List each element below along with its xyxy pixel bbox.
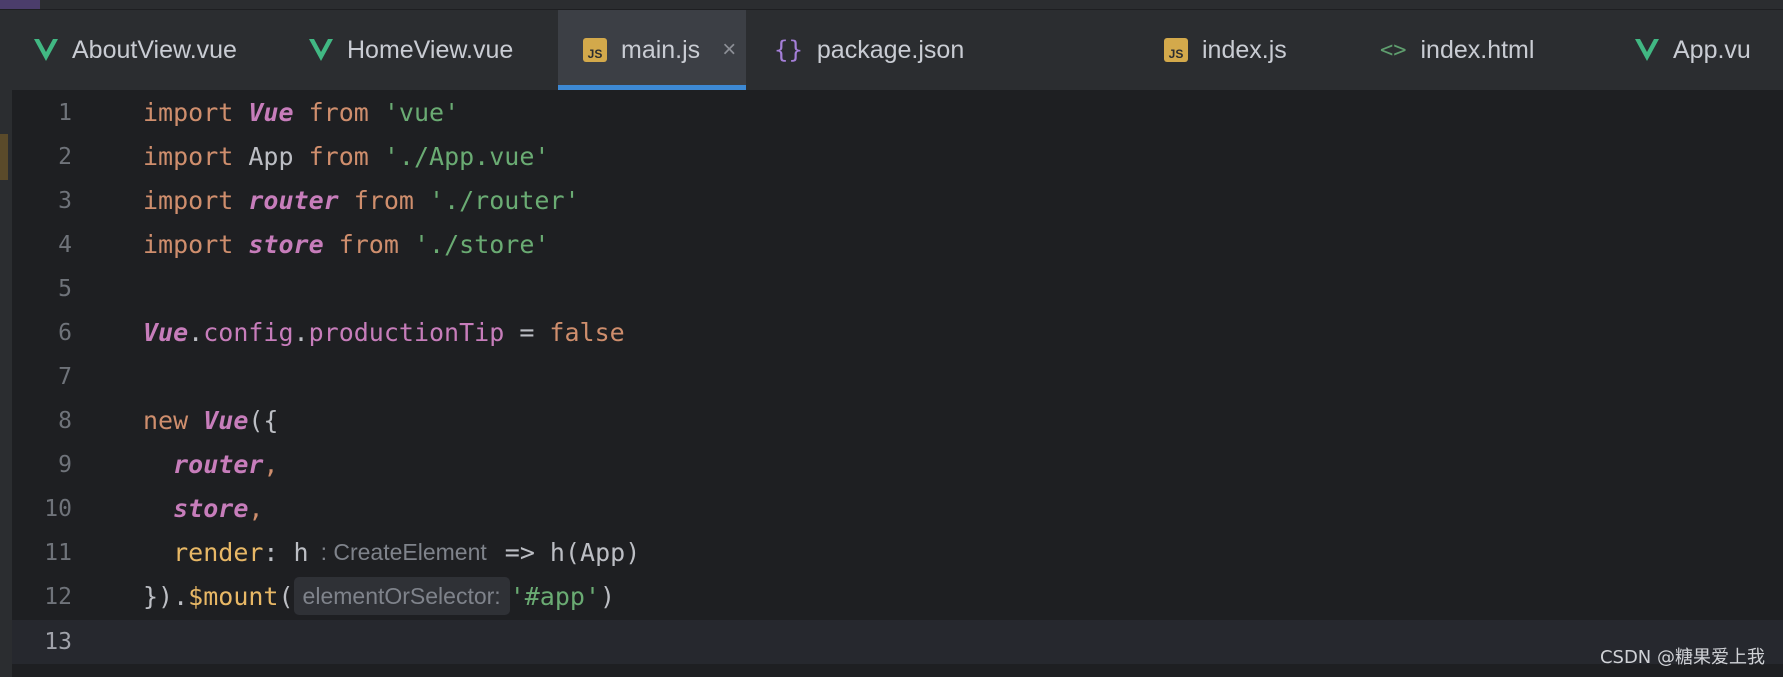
- punctuation: (: [278, 582, 294, 611]
- code-line-10[interactable]: store,: [143, 487, 263, 531]
- tab-label: main.js: [621, 35, 701, 64]
- line-number: 9: [58, 452, 72, 478]
- keyword: from: [353, 186, 414, 215]
- keyword: new: [143, 406, 189, 435]
- line-number: 1: [58, 100, 72, 126]
- tab-package-json[interactable]: {} package.json: [774, 10, 964, 90]
- keyword: from: [308, 142, 369, 171]
- punctuation: .: [293, 318, 309, 347]
- line-number: 5: [58, 276, 72, 302]
- class-name: store: [248, 230, 324, 259]
- class-name: Vue: [143, 318, 189, 347]
- function-name: $mount: [188, 582, 279, 611]
- line-number: 4: [58, 232, 72, 258]
- tab-label: HomeView.vue: [347, 35, 514, 64]
- code-line-9[interactable]: router,: [143, 443, 278, 487]
- strip-marker: [0, 134, 8, 180]
- vue-icon: [1635, 39, 1659, 61]
- punctuation: ,: [263, 450, 279, 479]
- line-number: 3: [58, 188, 72, 214]
- class-name: store: [173, 494, 249, 523]
- keyword: import: [143, 98, 234, 127]
- current-line-highlight: [12, 620, 1783, 664]
- tab-label: App.vu: [1673, 35, 1751, 64]
- punctuation: }): [143, 582, 174, 611]
- json-icon: {}: [774, 36, 803, 64]
- string-literal: 'vue': [383, 98, 460, 127]
- property: config: [203, 318, 294, 347]
- keyword: import: [143, 142, 234, 171]
- line-number: 7: [58, 364, 72, 390]
- top-accent: [0, 0, 40, 9]
- tab-about-view[interactable]: AboutView.vue: [34, 10, 237, 90]
- code-line-12[interactable]: }).$mount(elementOrSelector: '#app'): [143, 575, 615, 619]
- string-literal: './router': [429, 186, 580, 215]
- code-line-6[interactable]: Vue.config.productionTip = false: [143, 311, 625, 355]
- keyword: import: [143, 186, 234, 215]
- watermark: CSDN @糖果爱上我: [1599, 647, 1765, 668]
- tab-app-vue[interactable]: App.vu: [1635, 10, 1751, 90]
- line-number: 8: [58, 408, 72, 434]
- vue-icon: [34, 39, 58, 61]
- function-name: render: [173, 538, 264, 567]
- line-number: 11: [44, 540, 72, 566]
- active-tab-indicator: [558, 85, 746, 90]
- punctuation: ,: [248, 494, 264, 523]
- close-tab-icon[interactable]: ×: [722, 36, 736, 64]
- code-line-1[interactable]: import Vue from 'vue': [143, 91, 459, 135]
- html-icon: <>: [1380, 37, 1407, 63]
- line-number-current: 13: [44, 629, 72, 655]
- line-number: 12: [44, 584, 72, 610]
- punctuation: ): [600, 582, 616, 611]
- line-number: 6: [58, 320, 72, 346]
- keyword: import: [143, 230, 234, 259]
- type-hint: : CreateElement: [320, 539, 487, 565]
- code-line-3[interactable]: import router from './router': [143, 179, 580, 223]
- code-line-11[interactable]: render: h : CreateElement => h(App): [143, 531, 640, 575]
- tab-index-js[interactable]: JS index.js: [1164, 10, 1287, 90]
- parameter-hint: elementOrSelector:: [293, 577, 510, 615]
- class-name: Vue: [248, 98, 294, 127]
- property: productionTip: [308, 318, 505, 347]
- line-number: 10: [44, 496, 72, 522]
- keyword: from: [308, 98, 369, 127]
- js-icon: JS: [1164, 38, 1188, 62]
- operator: =: [504, 318, 550, 347]
- punctuation: .: [188, 318, 204, 347]
- vue-icon: [309, 39, 333, 61]
- tab-label: AboutView.vue: [72, 35, 237, 64]
- code-line-4[interactable]: import store from './store': [143, 223, 549, 267]
- js-icon: JS: [583, 38, 607, 62]
- arrow-expression: => h(App): [504, 538, 641, 567]
- editor-tab-bar: AboutView.vue HomeView.vue JS main.js × …: [12, 10, 1783, 91]
- tab-label: package.json: [816, 35, 965, 64]
- class-name: Vue: [203, 406, 249, 435]
- punctuation: ({: [248, 406, 279, 435]
- parameter: : h: [263, 538, 309, 567]
- code-editor[interactable]: 1 2 3 4 5 6 7 8 9 10 11 12 13 import Vue…: [12, 91, 1783, 677]
- keyword: false: [549, 318, 625, 347]
- tab-label: index.js: [1202, 35, 1287, 64]
- string-literal: './App.vue': [383, 142, 550, 171]
- class-name: router: [173, 450, 264, 479]
- class-name: router: [248, 186, 339, 215]
- keyword: from: [338, 230, 399, 259]
- line-number: 2: [58, 144, 72, 170]
- tab-main-js[interactable]: JS main.js ×: [558, 10, 746, 90]
- tab-label: index.html: [1420, 35, 1535, 64]
- code-line-2[interactable]: import App from './App.vue': [143, 135, 549, 179]
- code-line-8[interactable]: new Vue({: [143, 399, 278, 443]
- tab-home-view[interactable]: HomeView.vue: [309, 10, 513, 90]
- identifier: App: [248, 142, 294, 171]
- punctuation: .: [173, 582, 189, 611]
- string-literal: './store': [413, 230, 550, 259]
- tab-index-html[interactable]: <> index.html: [1380, 10, 1534, 90]
- string-literal: '#app': [509, 582, 600, 611]
- window-top-bar: [0, 0, 1783, 10]
